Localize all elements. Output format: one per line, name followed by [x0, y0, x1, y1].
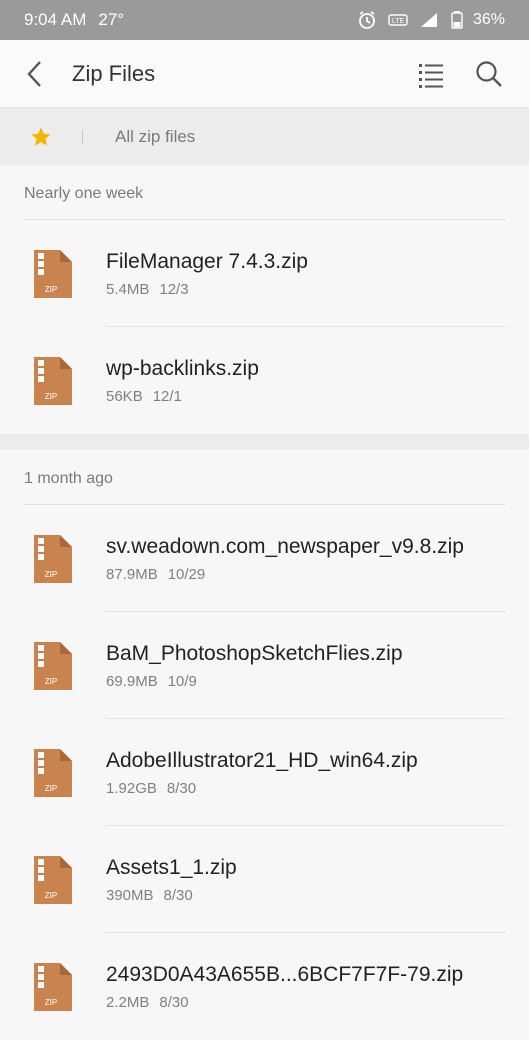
section-header: 1 month ago: [24, 470, 113, 487]
status-left: 9:04 AM 27°: [24, 10, 124, 30]
file-text: FileManager 7.4.3.zip 5.4MB 12/3: [106, 249, 308, 298]
zip-file-icon: ZIP: [34, 748, 72, 797]
zip-file-icon: ZIP: [34, 855, 72, 904]
breadcrumb-divider: [82, 129, 83, 144]
file-meta: 2.2MB 8/30: [106, 994, 463, 1011]
file-section: Nearly one week ZIP FileManager 7.4.3.zip 5…: [0, 165, 529, 434]
zip-file-icon: ZIP: [34, 534, 72, 583]
search-icon: [476, 60, 502, 87]
file-name: Assets1_1.zip: [106, 856, 237, 879]
volte-icon: LTE: [388, 14, 408, 26]
list-view-icon: [419, 63, 443, 88]
file-size: 87.9MB: [106, 566, 158, 583]
page-title: Zip Files: [72, 60, 156, 86]
file-size: 390MB: [106, 887, 154, 904]
section-header: Nearly one week: [24, 185, 144, 202]
file-section: 1 month ago ZIP sv.weadown.com_newspaper_v…: [0, 450, 529, 1040]
file-date: 8/30: [166, 780, 197, 797]
file-text: BaM_PhotoshopSketchFlies.zip 69.9MB 10/9: [106, 641, 403, 690]
list-item[interactable]: ZIP BaM_PhotoshopSketchFlies.zip 69.9MB 10/…: [0, 612, 529, 719]
file-size: 69.9MB: [106, 673, 158, 690]
zip-file-icon: ZIP: [34, 249, 72, 298]
svg-text:ZIP: ZIP: [45, 998, 57, 1007]
file-date: 12/3: [159, 281, 189, 298]
battery-percent: 36%: [472, 11, 505, 28]
list-item[interactable]: ZIP 2493D0A43A655B...6BCF7F7F-79.zip 2.2MB…: [0, 933, 529, 1040]
svg-text:ZIP: ZIP: [45, 285, 57, 294]
zip-file-icon: ZIP: [34, 356, 72, 405]
battery-icon: [451, 11, 463, 29]
search-button[interactable]: [467, 52, 511, 96]
file-date: 8/30: [159, 994, 189, 1011]
status-right: LTE 36%: [357, 10, 505, 30]
list-item[interactable]: ZIP Assets1_1.zip 390MB 8/30: [0, 826, 529, 933]
back-button[interactable]: [18, 57, 52, 91]
signal-icon: [420, 13, 437, 27]
list-item[interactable]: ZIP wp-backlinks.zip 56KB 12/1: [0, 327, 529, 434]
file-meta: 5.4MB 12/3: [106, 281, 308, 298]
file-meta: 87.9MB 10/29: [106, 566, 464, 583]
file-size: 5.4MB: [106, 281, 150, 298]
file-date: 10/9: [167, 673, 197, 690]
section-gap: [0, 434, 529, 450]
file-size: 2.2MB: [106, 994, 150, 1011]
svg-text:ZIP: ZIP: [45, 677, 57, 686]
alarm-icon: [359, 11, 375, 29]
list-view-button[interactable]: [409, 52, 453, 96]
status-time: 9:04 AM: [24, 10, 87, 29]
file-date: 8/30: [163, 887, 193, 904]
breadcrumb: All zip files: [0, 108, 529, 165]
file-meta: 390MB 8/30: [106, 887, 237, 904]
zip-file-icon: ZIP: [34, 641, 72, 690]
back-arrow-icon: [27, 60, 41, 87]
file-size: 1.92GB: [106, 780, 157, 797]
breadcrumb-item-all-zip-files[interactable]: All zip files: [115, 127, 195, 147]
svg-text:LTE: LTE: [392, 18, 405, 25]
list-item[interactable]: ZIP sv.weadown.com_newspaper_v9.8.zip 87.9…: [0, 505, 529, 612]
file-text: sv.weadown.com_newspaper_v9.8.zip 87.9MB 1…: [106, 534, 464, 583]
svg-text:ZIP: ZIP: [45, 891, 57, 900]
svg-text:ZIP: ZIP: [45, 392, 57, 401]
file-meta: 69.9MB 10/9: [106, 673, 403, 690]
list-item[interactable]: ZIP AdobeIllustrator21_HD_win64.zip 1.92GB…: [0, 719, 529, 826]
file-text: AdobeIllustrator21_HD_win64.zip 1.92GB 8/3…: [106, 748, 418, 797]
file-meta: 56KB 12/1: [106, 388, 259, 405]
list-item[interactable]: ZIP FileManager 7.4.3.zip 5.4MB 12/3: [0, 220, 529, 327]
svg-text:ZIP: ZIP: [45, 784, 57, 793]
file-date: 10/29: [167, 566, 206, 583]
app-bar: Zip Files: [0, 40, 529, 108]
zip-file-icon: ZIP: [34, 962, 72, 1011]
file-text: Assets1_1.zip 390MB 8/30: [106, 855, 237, 904]
file-size: 56KB: [106, 388, 143, 405]
file-list: Nearly one week ZIP FileManager 7.4.3.zip 5…: [0, 165, 529, 1040]
star-icon[interactable]: [30, 126, 52, 148]
svg-text:ZIP: ZIP: [45, 570, 57, 579]
file-text: 2493D0A43A655B...6BCF7F7F-79.zip 2.2MB 8/3…: [106, 962, 463, 1011]
file-name: BaM_PhotoshopSketchFlies.zip: [106, 642, 403, 665]
file-meta: 1.92GB 8/30: [106, 780, 418, 797]
status-temperature: 27°: [98, 10, 125, 29]
file-date: 12/1: [152, 388, 182, 405]
file-text: wp-backlinks.zip 56KB 12/1: [106, 356, 259, 405]
file-name: 2493D0A43A655B...6BCF7F7F-79.zip: [106, 963, 464, 986]
file-name: AdobeIllustrator21_HD_win64.zip: [106, 749, 418, 772]
status-bar: 9:04 AM 27° LTE 36%: [0, 0, 529, 40]
file-name: FileManager 7.4.3.zip: [106, 250, 308, 273]
file-name: sv.weadown.com_newspaper_v9.8.zip: [106, 535, 464, 558]
file-name: wp-backlinks.zip: [106, 357, 259, 380]
